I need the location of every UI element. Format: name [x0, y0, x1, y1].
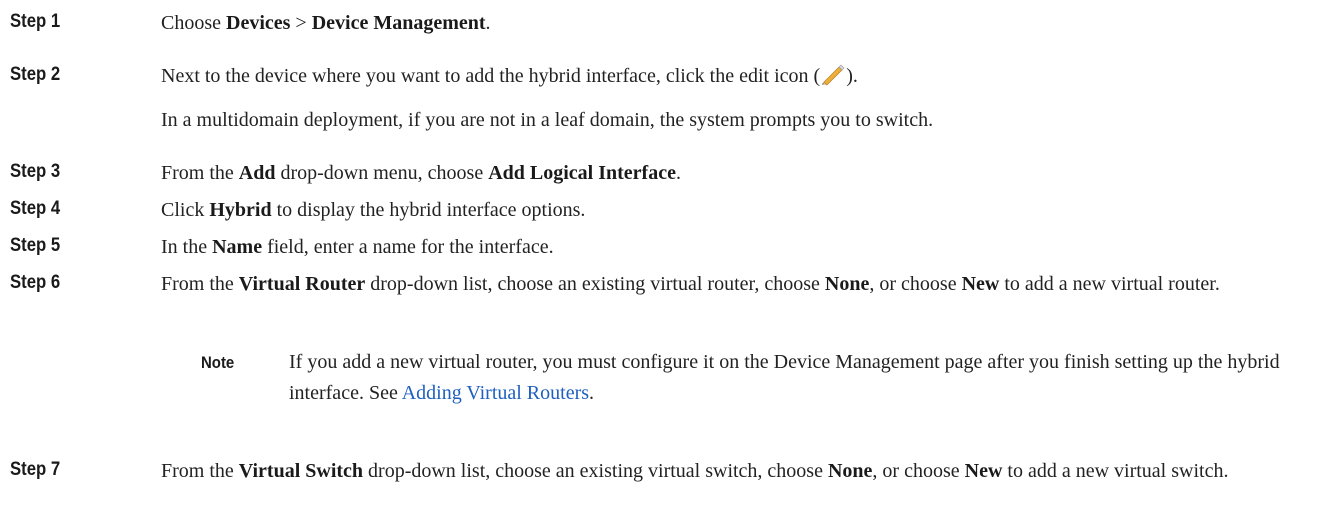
text-run: >: [290, 12, 312, 34]
ui-term-new: New: [961, 273, 1000, 295]
text-run: Choose: [161, 12, 226, 34]
note-label: Note: [201, 353, 235, 372]
ui-term-new: New: [964, 460, 1003, 482]
step-label: Step 4: [10, 198, 61, 219]
text-run: Click: [161, 199, 210, 221]
text-run: to add a new virtual switch.: [1002, 460, 1229, 482]
text-run: drop-down list, choose an existing virtu…: [365, 273, 825, 295]
text-run: to display the hybrid interface options.: [271, 199, 586, 221]
note-text: If you add a new virtual router, you mus…: [289, 347, 1319, 409]
text-run: field, enter a name for the interface.: [262, 236, 554, 258]
text-run: .: [589, 382, 595, 404]
step-text: Click Hybrid to display the hybrid inter…: [161, 195, 1321, 226]
text-run: .: [675, 162, 681, 184]
step-text: From the Virtual Router drop-down list, …: [161, 269, 1321, 300]
ui-term-none: None: [824, 273, 870, 295]
ui-term-virtual-router: Virtual Router: [238, 273, 366, 295]
text-run: From the: [161, 460, 239, 482]
text-run: From the: [161, 273, 239, 295]
text-run: Next to the device where you want to add…: [161, 65, 821, 87]
text-run: , or choose: [869, 273, 962, 295]
step-label: Step 1: [10, 11, 61, 32]
ui-term-virtual-switch: Virtual Switch: [238, 460, 364, 482]
adding-virtual-routers-link[interactable]: Adding Virtual Routers: [402, 382, 589, 404]
step-label: Step 6: [10, 272, 61, 293]
text-run: From the: [161, 162, 239, 184]
ui-term-device-management: Device Management: [311, 12, 486, 34]
step-text: In the Name field, enter a name for the …: [161, 232, 1321, 263]
ui-term-add: Add: [238, 162, 276, 184]
text-run: to add a new virtual router.: [999, 273, 1220, 295]
ui-term-name: Name: [212, 236, 263, 258]
step-text: Next to the device where you want to add…: [161, 61, 1321, 92]
text-run: ).: [846, 65, 858, 87]
text-run: .: [485, 12, 491, 34]
ui-term-hybrid: Hybrid: [209, 199, 272, 221]
step-label: Step 7: [10, 459, 61, 480]
text-run: , or choose: [872, 460, 965, 482]
text-run: drop-down list, choose an existing virtu…: [363, 460, 828, 482]
text-run: In the: [161, 236, 213, 258]
ui-term-add-logical-interface: Add Logical Interface: [488, 162, 676, 184]
step-text: Choose Devices > Device Management.: [161, 8, 1321, 39]
ui-term-none: None: [827, 460, 873, 482]
ui-term-devices: Devices: [226, 12, 291, 34]
step-text: From the Virtual Switch drop-down list, …: [161, 456, 1321, 487]
pencil-edit-icon: [820, 64, 846, 86]
step-label: Step 5: [10, 235, 61, 256]
step-label: Step 3: [10, 161, 61, 182]
step-subtext: In a multidomain deployment, if you are …: [161, 109, 934, 131]
text-run: drop-down menu, choose: [275, 162, 489, 184]
step-label: Step 2: [10, 64, 61, 85]
step-text: From the Add drop-down menu, choose Add …: [161, 158, 1321, 189]
